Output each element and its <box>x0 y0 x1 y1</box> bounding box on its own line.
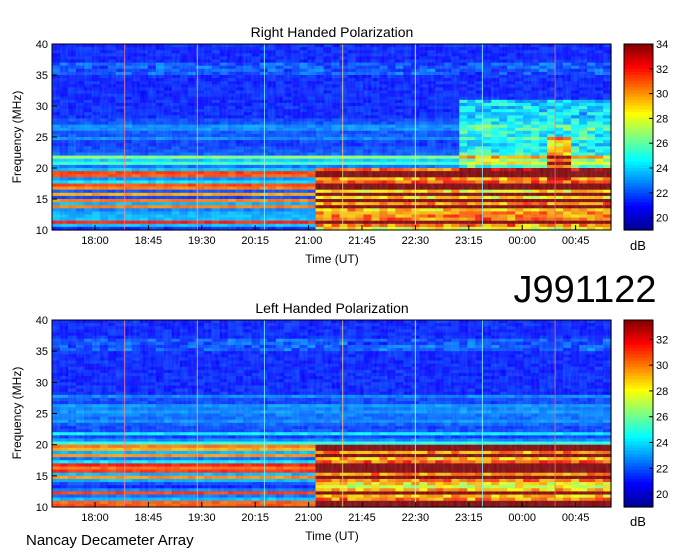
x-tick-label: 00:45 <box>562 235 590 247</box>
x-tick-label: 18:00 <box>81 235 109 247</box>
x-axis-label-right: Time (UT) <box>305 252 359 266</box>
heatmap-left <box>52 320 612 508</box>
colorbar-tick-label: 24 <box>656 163 668 175</box>
panel-right-polarization: Right Handed Polarization 10 15 20 25 30 35 40… <box>10 24 668 266</box>
y-tick-label: 25 <box>36 132 48 144</box>
colorbar-tick-label: 20 <box>656 213 668 225</box>
chart-title-right: Right Handed Polarization <box>251 24 414 40</box>
x-tick-label: 22:30 <box>402 235 430 247</box>
colorbar-right: 20 22 24 26 28 30 32 34 <box>623 39 668 231</box>
y-tick-label: 30 <box>36 101 48 113</box>
observation-id: J991122 <box>514 269 657 311</box>
x-tick-label: 21:45 <box>348 235 376 247</box>
y-tick-label: 35 <box>36 70 48 82</box>
colorbar-tick-label: 26 <box>656 138 668 150</box>
colorbar-unit-right: dB <box>630 238 646 253</box>
heatmap-right <box>52 44 612 231</box>
colorbar-tick-label: 30 <box>656 89 668 101</box>
spectrogram-figure: Right Handed Polarization 10 15 20 25 30 35 40… <box>10 24 668 549</box>
y-tick-label: 15 <box>36 194 48 206</box>
colorbar-tick-label: 28 <box>656 113 668 125</box>
x-tick-label: 19:30 <box>188 235 216 247</box>
y-tick-label: 40 <box>36 39 48 51</box>
y-axis-label-right: Frequency (MHz) <box>10 91 24 184</box>
y-tick-label: 20 <box>36 163 48 175</box>
x-tick-label: 23:15 <box>455 235 483 247</box>
colorbar-tick-label: 22 <box>656 188 668 200</box>
x-tick-label: 20:15 <box>241 235 269 247</box>
x-tick-label: 00:00 <box>508 235 536 247</box>
colorbar-tick-label: 32 <box>656 64 668 76</box>
colorbar-tick-label: 34 <box>656 39 668 51</box>
y-tick-label: 10 <box>36 225 48 237</box>
x-tick-label: 21:00 <box>295 235 323 247</box>
x-tick-label: 18:45 <box>135 235 163 247</box>
chart-title-left: Left Handed Polarization <box>255 300 408 316</box>
panel-left-polarization: Left Handed Polarization 101520253035401… <box>10 300 668 543</box>
